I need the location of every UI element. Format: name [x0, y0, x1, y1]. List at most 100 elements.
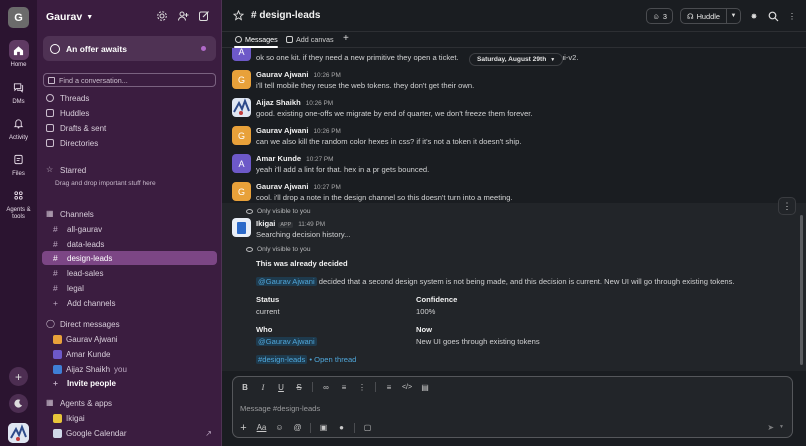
send-icon[interactable]: ➤ — [767, 423, 774, 432]
add-channels-button[interactable]: + Add channels — [42, 296, 217, 310]
dm-label: Aijaz Shaikh — [66, 364, 111, 374]
rail-agents[interactable]: Agents & tools — [0, 185, 37, 221]
rail-home[interactable]: Home — [0, 40, 37, 69]
eye-icon — [246, 247, 253, 252]
members-button[interactable]: ☺ 3 — [646, 8, 673, 24]
blockquote-icon[interactable]: ≡ — [384, 382, 394, 392]
emoji-icon[interactable]: ☺ — [274, 422, 285, 433]
mention-icon[interactable]: @ — [292, 422, 303, 433]
starred-hint: Drag and drop important stuff here — [55, 180, 156, 187]
bold-icon[interactable]: B — [240, 382, 250, 392]
channel-lead-sales[interactable]: # lead-sales — [42, 266, 217, 280]
timestamp[interactable]: 10:26 PM — [313, 72, 340, 79]
underline-icon[interactable]: U — [276, 382, 286, 392]
workspace-switcher[interactable]: G — [8, 7, 29, 28]
ordered-list-icon[interactable]: ≡ — [339, 382, 349, 392]
plus-icon[interactable]: + — [238, 422, 249, 434]
tab-add-canvas[interactable]: Add canvas — [286, 35, 334, 44]
message-input[interactable]: Message #design-leads — [240, 404, 320, 413]
nav-directories[interactable]: Directories — [46, 137, 98, 149]
workspace-header[interactable]: Gaurav ▼ — [46, 9, 216, 25]
microphone-icon[interactable]: ● — [336, 422, 347, 433]
avatar: G — [232, 126, 251, 145]
open-thread-link[interactable]: • Open thread — [307, 355, 356, 364]
channel-legal[interactable]: # legal — [42, 281, 217, 295]
author[interactable]: Amar Kunde — [256, 154, 301, 163]
add-user-icon[interactable] — [177, 10, 189, 22]
avatar — [53, 349, 62, 359]
chevron-down-icon[interactable]: ▼ — [779, 423, 784, 432]
formatting-toolbar: B I U S ∞ ≡ ⋮ ≡ </> ▤ — [240, 382, 430, 392]
rail-activity[interactable]: Activity — [0, 113, 37, 142]
dm-amar-kunde[interactable]: Amar Kunde — [42, 347, 217, 361]
external-link-icon[interactable]: ↗ — [205, 429, 212, 438]
user-mention[interactable]: @Gaurav Ajwani — [256, 277, 317, 286]
date-divider[interactable]: Saturday, August 29th ▼ — [469, 53, 564, 66]
channel-data-leads[interactable]: # data-leads — [42, 237, 217, 251]
channel-link[interactable]: #design-leads — [256, 355, 308, 364]
rail-dms[interactable]: DMs — [0, 77, 37, 106]
section-label: Channels — [60, 209, 94, 219]
italic-icon[interactable]: I — [258, 382, 268, 392]
channel-title[interactable]: # design-leads — [251, 10, 320, 21]
settings-gear-icon[interactable] — [156, 10, 168, 22]
starred-section[interactable]: ☆ Starred — [46, 164, 86, 176]
compose-icon[interactable] — [198, 10, 210, 22]
channel-design-leads[interactable]: # design-leads — [42, 251, 217, 265]
dm-label: Gaurav Ajwani — [66, 334, 118, 344]
apps-section[interactable]: ▦ Agents & apps — [46, 397, 112, 409]
add-workspace-button[interactable]: + — [9, 367, 28, 386]
agents-icon — [14, 190, 23, 200]
nav-threads[interactable]: Threads — [46, 92, 89, 104]
timestamp[interactable]: 10:27 PM — [313, 184, 340, 191]
channel-all-gaurav[interactable]: # all-gaurav — [42, 222, 217, 236]
author[interactable]: Gaurav Ajwani — [256, 126, 308, 135]
bulleted-list-icon[interactable]: ⋮ — [357, 382, 367, 392]
section-label: Agents & apps — [60, 398, 113, 408]
timestamp[interactable]: 11:49 PM — [298, 221, 325, 228]
theme-toggle-button[interactable] — [9, 394, 28, 413]
code-icon[interactable]: </> — [402, 382, 412, 392]
canvas-icon[interactable]: ✸ — [748, 10, 760, 22]
scrollbar[interactable] — [800, 215, 803, 365]
text-format-icon[interactable]: Aa — [256, 422, 267, 433]
timestamp[interactable]: 10:26 PM — [313, 128, 340, 135]
bot-ephemeral-message[interactable]: Only visible to you Ikigai APP 11:49 PM Se… — [222, 203, 806, 371]
author[interactable]: Aijaz Shaikh — [256, 98, 301, 107]
rail-files[interactable]: Files — [0, 149, 37, 178]
find-conversation-input[interactable]: Find a conversation... — [43, 73, 216, 87]
more-vertical-icon: ⋮ — [782, 200, 792, 211]
user-avatar[interactable] — [8, 423, 29, 443]
search-icon[interactable] — [767, 10, 779, 22]
offer-banner[interactable]: An offer awaits — [43, 36, 216, 61]
star-icon[interactable] — [233, 10, 244, 21]
author[interactable]: Ikigai — [256, 219, 275, 228]
code-block-icon[interactable]: ▤ — [420, 382, 430, 392]
dm-section[interactable]: ◯ Direct messages — [46, 318, 120, 330]
author[interactable]: Gaurav Ajwani — [256, 70, 308, 79]
link-icon[interactable]: ∞ — [321, 382, 331, 392]
strikethrough-icon[interactable]: S — [294, 382, 304, 392]
message-composer[interactable]: B I U S ∞ ≡ ⋮ ≡ </> ▤ Message #design-le… — [232, 376, 793, 438]
shortcuts-icon[interactable]: ▢ — [362, 422, 373, 433]
video-icon[interactable]: ▣ — [318, 422, 329, 433]
dm-gaurav-ajwani[interactable]: Gaurav Ajwani — [42, 332, 217, 346]
channels-section[interactable]: ▦ Channels — [46, 208, 94, 220]
tab-messages[interactable]: Messages — [235, 35, 278, 44]
timestamp[interactable]: 10:26 PM — [306, 100, 333, 107]
nav-drafts[interactable]: Drafts & sent — [46, 122, 106, 134]
app-ikigai[interactable]: Ikigai — [42, 411, 217, 425]
author[interactable]: Gaurav Ajwani — [256, 182, 308, 191]
app-google-calendar[interactable]: Google Calendar ↗ — [42, 426, 217, 440]
nav-huddles[interactable]: Huddles — [46, 107, 89, 119]
who-mention[interactable]: @Gaurav Ajwani — [256, 337, 317, 346]
more-icon[interactable]: ⋮ — [786, 10, 798, 22]
chevron-down-icon[interactable]: ▼ — [727, 9, 740, 23]
timestamp[interactable]: 10:27 PM — [306, 156, 333, 163]
invite-people-button[interactable]: + Invite people — [42, 376, 217, 390]
add-tab-icon[interactable]: + — [343, 33, 349, 44]
ikigai-app-icon — [53, 413, 62, 423]
huddle-button[interactable]: ☊ Huddle ▼ — [680, 8, 741, 24]
message-actions-button[interactable]: ⋮ — [778, 197, 796, 215]
dm-aijaz-shaikh[interactable]: Aijaz Shaikh you — [42, 362, 217, 376]
